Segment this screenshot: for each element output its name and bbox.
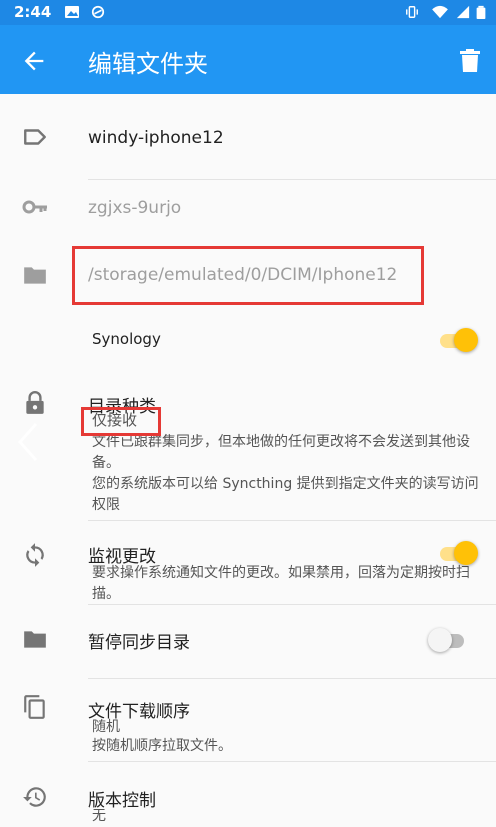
status-time: 2:44 (14, 3, 52, 21)
folder-icon (24, 631, 46, 648)
divider (88, 604, 496, 605)
divider (88, 678, 496, 679)
folder-type-row[interactable]: 目录种类 仅接收 文件已跟群集同步，但本地做的任何更改将不会发送到其他设 备。 … (0, 376, 496, 521)
pause-sync-title: 暂停同步目录 (88, 633, 190, 653)
battery-icon (476, 5, 486, 19)
page-title: 编辑文件夹 (88, 50, 208, 78)
watch-changes-desc-2: 描。 (92, 586, 120, 602)
toggle-thumb (454, 328, 478, 352)
pull-order-row[interactable]: 文件下载顺序 随机 按随机顺序拉取文件。 (0, 684, 496, 764)
folder-type-desc-2: 备。 (92, 455, 120, 471)
pull-order-desc: 按随机顺序拉取文件。 (92, 738, 232, 754)
sync-icon (26, 543, 44, 567)
key-icon (22, 200, 47, 214)
back-arrow-icon[interactable] (20, 47, 48, 75)
label-tag-icon (24, 129, 46, 145)
device-synology-toggle[interactable] (438, 328, 478, 352)
trash-icon[interactable] (458, 47, 482, 73)
watch-changes-toggle[interactable] (438, 541, 478, 565)
folder-id-value: zgjxs-9urjo (88, 198, 182, 218)
sync-notification-icon (91, 5, 105, 19)
watch-changes-row[interactable]: 监视更改 要求操作系统通知文件的更改。如果禁用，回落为定期按时扫 描。 (0, 530, 496, 606)
device-name: Synology (92, 330, 161, 348)
folder-id-row: zgjxs-9urjo (0, 180, 496, 244)
folder-type-desc-3: 您的系统版本可以给 Syncthing 提供到指定文件夹的读写访问 (92, 476, 479, 492)
toggle-thumb (428, 628, 452, 652)
divider (88, 520, 496, 521)
history-icon (23, 787, 46, 807)
path-highlight-box (72, 246, 424, 305)
vibrate-icon (406, 6, 418, 18)
pause-sync-toggle[interactable] (428, 628, 468, 652)
wifi-icon (432, 5, 448, 19)
folder-label-row[interactable]: windy-iphone12 (0, 94, 496, 184)
divider (88, 761, 496, 762)
type-highlight-box (81, 407, 161, 436)
copy-icon (24, 695, 45, 719)
image-notification-icon (65, 6, 79, 18)
folder-icon (24, 267, 46, 284)
cell-signal-icon (456, 5, 470, 19)
pause-sync-row[interactable]: 暂停同步目录 (0, 606, 496, 679)
pull-order-value: 随机 (92, 719, 120, 735)
toggle-thumb (454, 541, 478, 565)
watch-changes-desc-1: 要求操作系统通知文件的更改。如果禁用，回落为定期按时扫 (92, 565, 470, 581)
folder-type-desc-4: 权限 (92, 497, 120, 513)
device-row-synology[interactable]: Synology (0, 312, 496, 368)
versioning-row[interactable]: 版本控制 无 (0, 770, 496, 824)
app-bar: 编辑文件夹 (0, 25, 496, 94)
folder-label-value[interactable]: windy-iphone12 (88, 128, 224, 148)
lock-icon (26, 391, 44, 414)
status-bar: 2:44 (0, 0, 496, 25)
chevron-left-icon[interactable] (14, 422, 42, 462)
